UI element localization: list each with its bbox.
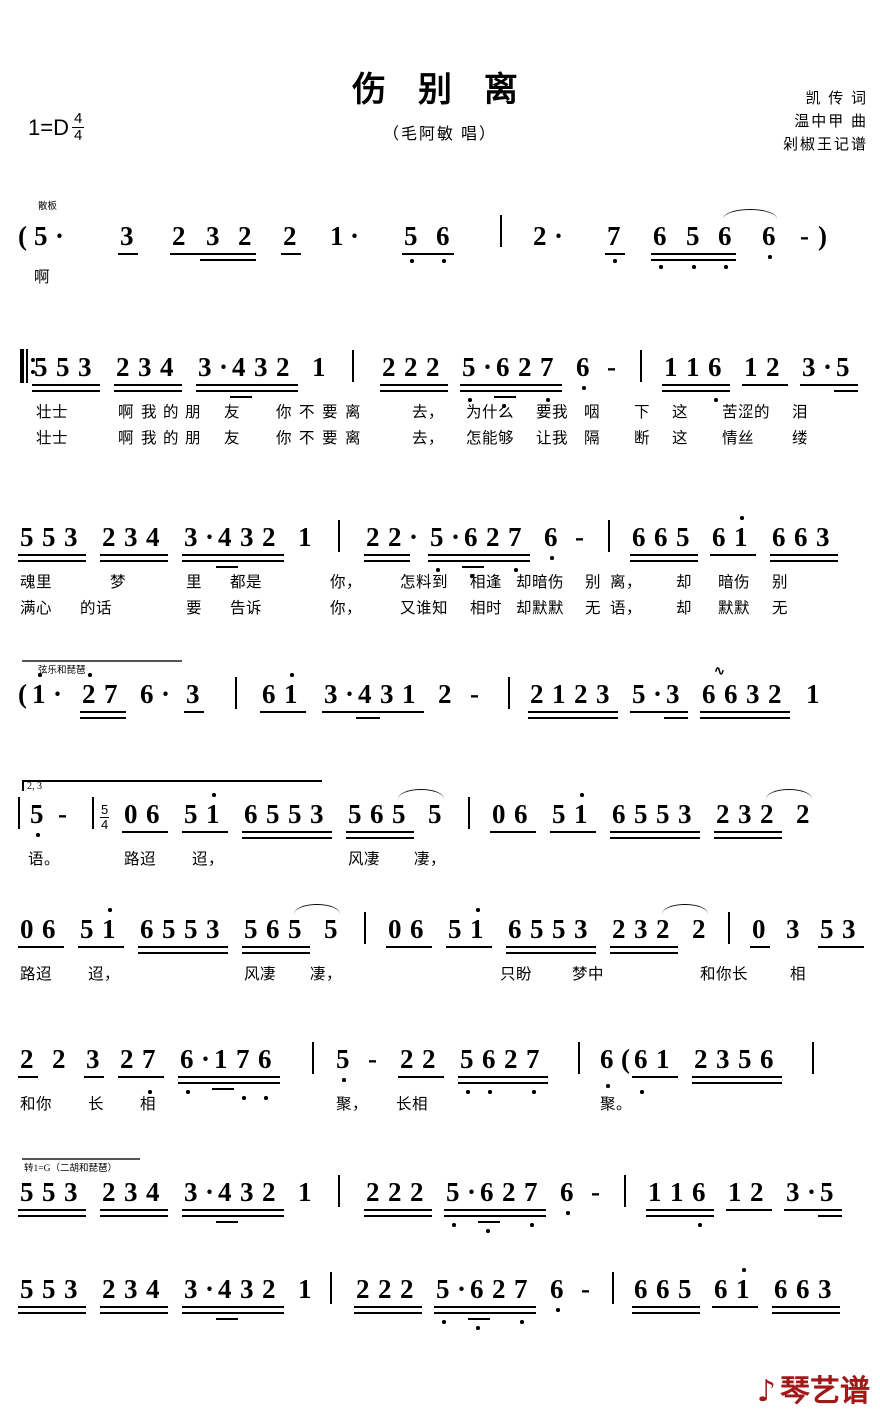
notes-row-9: 5 5 3 2 3 4 3 · 4 3 2 1 2 2 2 5 · 6 2 7 … [0,1268,880,1330]
logo-text: 琴艺谱 [780,1375,870,1408]
notes-row-4: ( 1 · 2 7 6 · 3 6 1 3 · 4 3 1 2 - 2 1 2 … [0,663,880,727]
page-subtitle: （毛阿敏 唱） [382,126,497,143]
marking-modulation: 转1=G（二胡和琵琶） [24,1164,117,1174]
music-line-6: 0 6 5 1 6 5 5 3 5 6 5 5 0 6 5 1 6 5 5 3 … [0,904,880,988]
lyrics-row-1: 啊 [0,265,880,291]
notes-row-3: 5 5 3 2 3 4 3 · 4 3 2 1 2 2 · 5 · 6 2 7 … [0,516,880,578]
line2-bars34: . [0,348,880,400]
music-line-5: 2, 3 5 - 54 0 6 5 1 6 5 5 3 5 6 5 5 0 6 … [0,780,880,873]
music-line-3: 5 5 3 2 3 4 3 · 4 3 2 1 2 2 · 5 · 6 2 7 … [0,516,880,622]
lyrics-row-2b: 壮士 啊 我 的 朋 友 你 不 要 离 去， 怎能够 让我 隔 断 这 情丝 … [36,430,809,447]
music-line-4: 弦乐和琵琶 ( 1 · 2 7 6 · 3 6 1 3 · 4 3 1 2 - [0,660,880,727]
music-line-9: 5 5 3 2 3 4 3 · 4 3 2 1 2 2 2 5 · 6 2 7 … [0,1268,880,1330]
lyrics-row-5: 语。 路迢 迢， 风凄 凄， [28,851,447,868]
lyric-text: 啊 [34,269,51,286]
notes-row-1: ( 5 · 3 2 3 2 2 1 · 5 6 2 · 7 6 5 6 6 - … [0,209,880,269]
sheet-music-page: 伤 别 离 （毛阿敏 唱） 凯 传 词 温中甲 曲 剁椒王记谱 1=D 4 4 … [0,0,880,1415]
lyrics-row-3a: 魂里 梦 里 都是 你， 怎料到 相逢 却暗伤 别 离， 却 暗伤 别 [20,574,789,591]
music-line-7: 2 2 3 2 7 6 · 1 7 6 5 - 2 2 5 6 2 7 6 (… [0,1040,880,1118]
marking-sanban: 散板 [38,202,58,212]
key-label: 1=D [28,115,69,141]
lyrics-row-6: 路迢 迢， 风凄 凄， 只盼 梦中 和你长 相 [20,966,807,983]
watermark-logo: ♪ 琴艺谱 [757,1377,870,1407]
music-line-8: 转1=G（二胡和琵琶） 5 5 3 2 3 4 3 · 4 3 2 1 2 2 [0,1158,880,1233]
key-signature: 1=D 4 4 [28,110,85,145]
credit-transcriber: 剁椒王记谱 [782,137,868,153]
notes-row-7: 2 2 3 2 7 6 · 1 7 6 5 - 2 2 5 6 2 7 6 (… [0,1040,880,1100]
page-title: 伤 别 离 [352,70,528,110]
time-signature-change-5-4: 54 [100,802,110,832]
credits: 凯 传 词 温中甲 曲 剁椒王记谱 [783,88,868,157]
time-signature: 4 4 [71,110,85,144]
logo-icon: ♪ [756,1374,776,1409]
modulation-marking-row: 转1=G（二胡和琵琶） [0,1158,880,1174]
instrument-marking-row: 弦乐和琵琶 [0,660,880,676]
credit-lyricist: 凯 传 词 [805,91,868,107]
notes-row-6: 0 6 5 1 6 5 5 3 5 6 5 5 0 6 5 1 6 5 5 3 … [0,904,880,962]
time-numerator: 4 [71,110,85,128]
marking-strings-pipa: 弦乐和琵琶 [38,666,86,676]
music-line-1: 散板 ( 5 · 3 2 3 2 2 1 · 5 6 2 · 7 6 5 6 6… [0,198,880,291]
credit-composer: 温中甲 曲 [794,114,868,130]
lyrics-row-2a: 壮士 啊 我 的 朋 友 你 不 要 离 去， 为什么 要我 咽 下 这 苦涩的… [36,404,809,421]
lyrics-row-3b: 满心 的话 要 告诉 你， 又谁知 相时 却默默 无 语， 却 默默 无 [20,600,789,617]
notes-row-8: 5 5 3 2 3 4 3 · 4 3 2 1 2 2 2 5 · 6 2 7 … [0,1173,880,1233]
time-denominator: 4 [73,126,83,144]
notes-row-5: 5 - 54 0 6 5 1 6 5 5 3 5 6 5 5 0 6 5 1 6… [0,789,880,847]
lyrics-row-7: 和你 长 相 聚， 长相 聚。 [20,1096,633,1113]
